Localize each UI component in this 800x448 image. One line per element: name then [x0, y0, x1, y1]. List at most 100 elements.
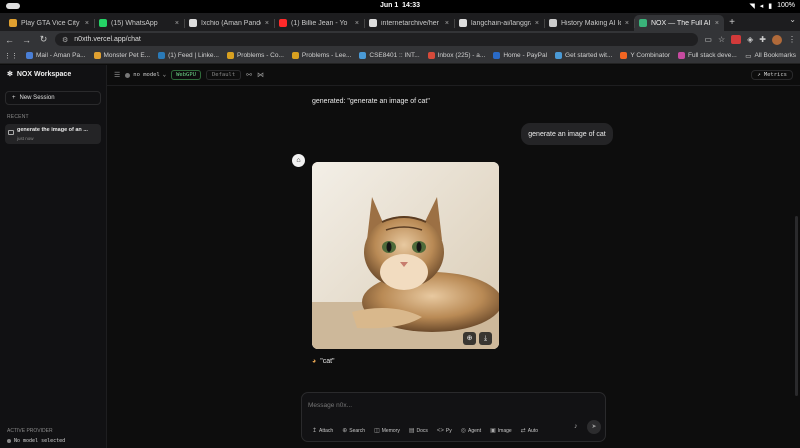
tool-label: Image: [497, 427, 512, 434]
bookmark-favicon-icon: [226, 52, 234, 59]
message-input[interactable]: [308, 399, 588, 411]
bookmark-list: Mail - Aman Pa... Monster Pet E... (1) Fee…: [22, 52, 741, 59]
tab-close-icon[interactable]: ×: [445, 20, 449, 27]
sidebar-toggle-icon[interactable]: ☰: [114, 71, 120, 79]
os-top-bar: Jun 1 14:33 ◥ ◂ ▮ 100%: [0, 0, 800, 13]
tab-close-icon[interactable]: ×: [715, 20, 719, 27]
tool-auto-button[interactable]: ⇄ Auto: [521, 427, 538, 435]
extension-icon[interactable]: ◈: [747, 35, 753, 44]
reload-button[interactable]: ↻: [38, 34, 49, 45]
plus-icon: +: [12, 95, 16, 101]
model-status-dot: [125, 72, 131, 78]
microphone-icon[interactable]: ♪: [574, 423, 578, 430]
link-icon[interactable]: ⚯: [246, 71, 252, 79]
browser-tab[interactable]: (1) Billie Jean - Yo ×: [274, 15, 364, 31]
tab-title: internetarchive/her: [381, 19, 439, 27]
tab-search-icon[interactable]: ⌄: [789, 15, 796, 24]
user-message-bubble: generate an image of cat: [521, 123, 613, 145]
bookmark-item[interactable]: Mail - Aman Pa...: [22, 52, 90, 59]
browser-tab[interactable]: Play GTA Vice City C ×: [4, 15, 94, 31]
cast-icon[interactable]: ▭: [704, 35, 712, 44]
bookmark-favicon-icon: [359, 52, 367, 59]
tab-close-icon[interactable]: ×: [625, 20, 629, 27]
forward-button[interactable]: →: [21, 35, 32, 45]
extension-red-icon[interactable]: [731, 35, 742, 44]
send-button[interactable]: ➤: [587, 420, 601, 434]
tool-py-button[interactable]: <> Py: [437, 427, 452, 434]
extension-icons: ▭ ☆ ◈ ✚ ⋮: [704, 34, 796, 45]
tool-search-button[interactable]: ⊕ Search: [342, 427, 365, 435]
bookmark-label: Problems - Lee...: [301, 52, 352, 59]
tab-close-icon[interactable]: ×: [355, 20, 359, 27]
tool-attach-button[interactable]: ↥ Attach: [312, 427, 333, 435]
chat-scrollbar[interactable]: [795, 216, 798, 396]
webgpu-badge[interactable]: WebGPU: [171, 70, 201, 80]
generated-text: generated: "generate an image of cat": [312, 98, 430, 105]
bookmark-label: Y Combinator: [630, 52, 670, 59]
menu-icon[interactable]: ⋮: [788, 35, 796, 44]
bookmark-item[interactable]: Inbox (225) - a...: [424, 52, 490, 59]
site-info-icon[interactable]: ⚙: [62, 36, 68, 44]
default-preset-button[interactable]: Default: [205, 70, 242, 80]
puzzle-icon[interactable]: ✚: [759, 35, 766, 44]
browser-tab[interactable]: langchain-ai/langgra ×: [454, 15, 544, 31]
brand[interactable]: ✻ NOX Workspace: [7, 70, 71, 79]
image-caption: ◕ "cat": [312, 358, 335, 365]
bookmark-item[interactable]: Problems - Lee...: [288, 52, 356, 59]
bookmark-item[interactable]: Full stack deve...: [674, 52, 741, 59]
session-item[interactable]: generate the image of an ... just now: [5, 124, 101, 144]
bookmark-item[interactable]: CSE8401 :: INT...: [355, 52, 423, 59]
tool-agent-button[interactable]: ◎ Agent: [461, 427, 481, 435]
os-clock[interactable]: Jun 1 14:33: [0, 2, 800, 9]
browser-tab[interactable]: History Making AI Ide ×: [544, 15, 634, 31]
bookmark-star-icon[interactable]: ☆: [718, 35, 725, 44]
bookmark-label: Get started wit...: [565, 52, 613, 59]
palette-icon: ◕: [312, 358, 317, 365]
folder-icon: ▭: [745, 52, 752, 60]
all-bookmarks[interactable]: ▭ All Bookmarks: [745, 52, 796, 60]
chat-bubble-icon: [8, 130, 14, 135]
browser-tab[interactable]: (15) WhatsApp ×: [94, 15, 184, 31]
tool-image-button[interactable]: ▣ Image: [490, 427, 512, 435]
composer-tools: ↥ Attach ⊕ Search ◫ Memory ▤ Docs <> Py ◎ Agent ▣ Ima…: [312, 427, 538, 435]
tab-favicon-icon: [639, 19, 647, 27]
bookmark-item[interactable]: Problems - Co...: [223, 52, 288, 59]
tool-label: Docs: [416, 427, 428, 434]
zoom-icon[interactable]: ⊕: [463, 332, 476, 345]
new-session-button[interactable]: + New Session: [5, 91, 101, 105]
session-title: generate the image of an ...: [17, 127, 88, 133]
tool-docs-button[interactable]: ▤ Docs: [409, 427, 428, 435]
bookmarks-bar: ⋮⋮ Mail - Aman Pa... Monster Pet E... (1) …: [0, 48, 800, 64]
chat-topbar: ☰ no model ⌄ WebGPU Default ⚯ ⋈ ↗ Metric…: [107, 65, 800, 86]
tab-close-icon[interactable]: ×: [175, 20, 179, 27]
share-icon[interactable]: ⋈: [257, 71, 264, 79]
generated-cat-image[interactable]: ⊕ ⤓: [312, 162, 499, 349]
apps-grid-icon[interactable]: ⋮⋮: [4, 52, 18, 60]
tab-title: (15) WhatsApp: [111, 19, 158, 27]
download-icon[interactable]: ⤓: [479, 332, 492, 345]
tab-title: Play GTA Vice City C: [21, 19, 81, 27]
tool-memory-button[interactable]: ◫ Memory: [374, 427, 400, 435]
model-selector[interactable]: no model ⌄: [125, 72, 166, 78]
tab-close-icon[interactable]: ×: [265, 20, 269, 27]
model-name: no model: [133, 72, 160, 78]
new-tab-button[interactable]: +: [724, 15, 740, 31]
back-button[interactable]: ←: [4, 35, 15, 45]
metrics-button[interactable]: ↗ Metrics: [751, 70, 793, 80]
address-bar[interactable]: ⚙ n0xth.vercel.app/chat: [55, 33, 699, 46]
bookmark-item[interactable]: Home - PayPal: [489, 52, 551, 59]
os-status-area[interactable]: ◥ ◂ ▮ 100%: [749, 2, 795, 10]
sidebar: ✻ NOX Workspace + New Session RECENT gen…: [0, 65, 107, 448]
bookmark-item[interactable]: Y Combinator: [616, 52, 674, 59]
bookmark-favicon-icon: [93, 52, 101, 59]
profile-avatar[interactable]: [772, 34, 782, 45]
bookmark-item[interactable]: Monster Pet E...: [90, 52, 155, 59]
browser-tab[interactable]: Ixchio (Aman Pandey) ×: [184, 15, 274, 31]
tab-close-icon[interactable]: ×: [535, 20, 539, 27]
nox-app: ✻ NOX Workspace + New Session RECENT gen…: [0, 65, 800, 448]
tab-close-icon[interactable]: ×: [85, 20, 89, 27]
bookmark-item[interactable]: Get started wit...: [551, 52, 616, 59]
bookmark-item[interactable]: (1) Feed | Linke...: [154, 52, 223, 59]
browser-tab[interactable]: NOX — The Full AI St ×: [634, 15, 724, 31]
browser-tab[interactable]: internetarchive/her ×: [364, 15, 454, 31]
